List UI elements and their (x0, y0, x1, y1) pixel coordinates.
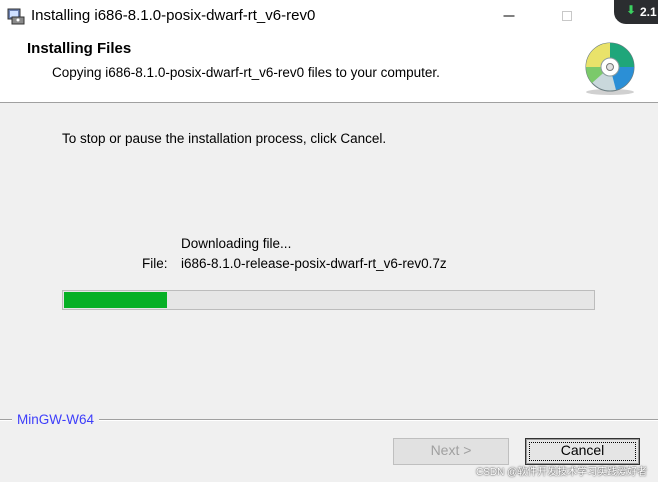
watermark: CSDN @软件开发技术学习实践爱好者 (476, 467, 648, 478)
focus-ring (529, 442, 636, 461)
maximize-button[interactable] (545, 0, 589, 32)
title-bar: Installing i686-8.1.0-posix-dwarf-rt_v6-… (0, 0, 658, 32)
update-badge-count: 2.1 (640, 5, 657, 19)
progress-bar-fill (64, 292, 167, 308)
instruction-text: To stop or pause the installation proces… (62, 131, 387, 146)
file-label: File: (142, 256, 168, 271)
page-subtitle: Copying i686-8.1.0-posix-dwarf-rt_v6-rev… (52, 65, 440, 80)
next-button[interactable]: Next > (393, 438, 509, 465)
next-button-label: Next > (430, 442, 472, 458)
maximize-icon (562, 11, 572, 21)
minimize-icon (503, 15, 515, 17)
minimize-button[interactable] (487, 0, 531, 32)
download-arrow-icon: ⬇ (626, 3, 637, 17)
window-title: Installing i686-8.1.0-posix-dwarf-rt_v6-… (31, 7, 316, 24)
page-title: Installing Files (27, 40, 132, 57)
brand-label: MinGW-W64 (12, 411, 100, 429)
status-text: Downloading file... (181, 236, 292, 251)
cd-disc-icon (585, 42, 635, 95)
update-badge[interactable]: ⬇ 2.1 (614, 0, 658, 24)
installer-icon (7, 8, 25, 25)
file-name: i686-8.1.0-release-posix-dwarf-rt_v6-rev… (181, 256, 447, 271)
progress-bar (62, 290, 595, 310)
cancel-button[interactable]: Cancel (525, 438, 640, 465)
header-panel: Installing Files Copying i686-8.1.0-posi… (0, 32, 658, 103)
